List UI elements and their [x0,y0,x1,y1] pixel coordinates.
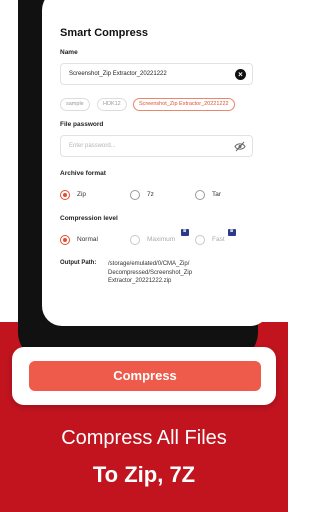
compress-button[interactable]: Compress [29,361,261,391]
name-chip-screenshot[interactable]: Screenshot_Zip Extractor_20221222 [133,98,235,111]
name-label: Name [60,49,78,56]
eye-off-icon[interactable] [234,141,246,152]
dialog-title: Smart Compress [60,27,149,39]
password-placeholder: Enter password... [69,143,116,149]
output-path-value: /storage/emulated/0/CMA_Zip/ Decompresse… [108,261,193,284]
crown-icon [181,227,189,236]
level-radio-maximum[interactable] [130,235,140,245]
format-radio-zip[interactable] [60,190,70,200]
level-radio-normal[interactable] [60,235,70,245]
level-option-fast[interactable]: Fast [212,236,225,243]
password-label: File password [60,121,104,128]
promo-line-2: To Zip, 7Z [92,462,196,487]
output-path-label: Output Path: [60,260,97,266]
action-card: Compress [12,347,276,405]
format-option-tar[interactable]: Tar [212,191,221,198]
level-radio-fast[interactable] [195,235,205,245]
promo-line-1: Compress All Files [61,427,227,449]
clear-icon[interactable]: × [235,69,246,80]
format-radio-tar[interactable] [195,190,205,200]
name-input[interactable]: Screenshot_Zip Extractor_20221222 × [60,63,253,85]
level-option-maximum[interactable]: Maximum [147,236,175,243]
name-chip-hdk12[interactable]: HDK12 [97,98,127,111]
format-option-zip[interactable]: Zip [77,191,86,198]
phone-screen: Smart Compress Name Screenshot_Zip Extra… [42,0,270,326]
format-radio-7z[interactable] [130,190,140,200]
name-chip-sample[interactable]: sample [60,98,90,111]
format-option-7z[interactable]: 7z [147,191,154,198]
level-option-normal[interactable]: Normal [77,236,98,243]
level-label: Compression level [60,215,118,222]
crown-icon [228,227,236,236]
format-label: Archive format [60,170,106,177]
name-value: Screenshot_Zip Extractor_20221222 [69,71,167,77]
password-input[interactable]: Enter password... [60,135,253,157]
phone-frame: Smart Compress Name Screenshot_Zip Extra… [18,0,270,362]
